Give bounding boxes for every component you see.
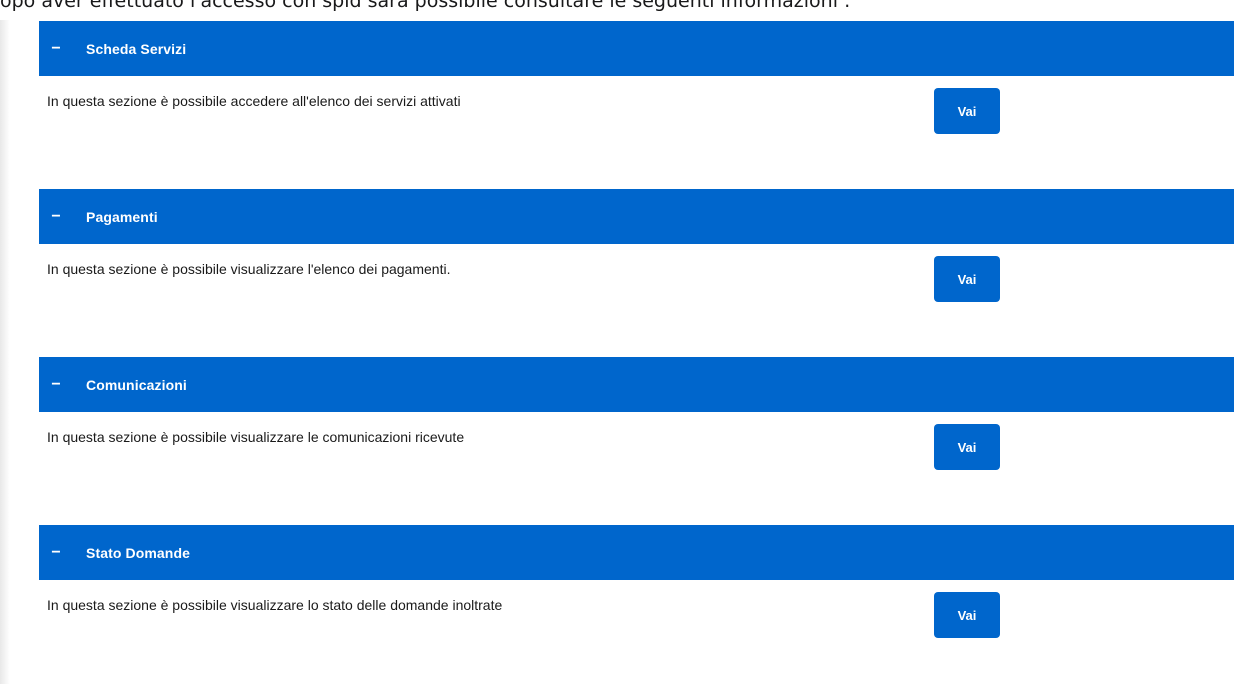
- accordion-body: In questa sezione è possibile visualizza…: [39, 580, 1234, 684]
- section-title: Stato Domande: [86, 544, 190, 561]
- minus-icon[interactable]: −: [48, 544, 64, 562]
- accordion-section-scheda-servizi: − Scheda Servizi In questa sezione è pos…: [39, 21, 1234, 188]
- accordion-header[interactable]: − Stato Domande: [39, 525, 1234, 580]
- accordion-body: In questa sezione è possibile accedere a…: [39, 76, 1234, 188]
- section-description: In questa sezione è possibile visualizza…: [47, 429, 465, 445]
- left-edge-shadow: [0, 20, 10, 684]
- section-description: In questa sezione è possibile visualizza…: [47, 597, 503, 613]
- minus-icon[interactable]: −: [48, 40, 64, 58]
- accordion-section-pagamenti: − Pagamenti In questa sezione è possibil…: [39, 189, 1234, 356]
- intro-text: opo aver effettuato l'accesso con spid s…: [0, 0, 851, 12]
- section-description: In questa sezione è possibile accedere a…: [47, 93, 461, 109]
- accordion-body: In questa sezione è possibile visualizza…: [39, 412, 1234, 524]
- minus-icon[interactable]: −: [48, 376, 64, 394]
- vai-button[interactable]: Vai: [934, 424, 1000, 470]
- vai-button[interactable]: Vai: [934, 592, 1000, 638]
- accordion-body: In questa sezione è possibile visualizza…: [39, 244, 1234, 356]
- accordion-section-comunicazioni: − Comunicazioni In questa sezione è poss…: [39, 357, 1234, 524]
- vai-button[interactable]: Vai: [934, 88, 1000, 134]
- section-description: In questa sezione è possibile visualizza…: [47, 261, 451, 277]
- minus-icon[interactable]: −: [48, 208, 64, 226]
- page: opo aver effettuato l'accesso con spid s…: [0, 0, 1234, 684]
- accordion-section-stato-domande: − Stato Domande In questa sezione è poss…: [39, 525, 1234, 684]
- vai-button[interactable]: Vai: [934, 256, 1000, 302]
- section-title: Pagamenti: [86, 208, 158, 225]
- section-title: Comunicazioni: [86, 376, 187, 393]
- section-title: Scheda Servizi: [86, 40, 187, 57]
- accordion-header[interactable]: − Pagamenti: [39, 189, 1234, 244]
- accordion-header[interactable]: − Scheda Servizi: [39, 21, 1234, 76]
- accordion-header[interactable]: − Comunicazioni: [39, 357, 1234, 412]
